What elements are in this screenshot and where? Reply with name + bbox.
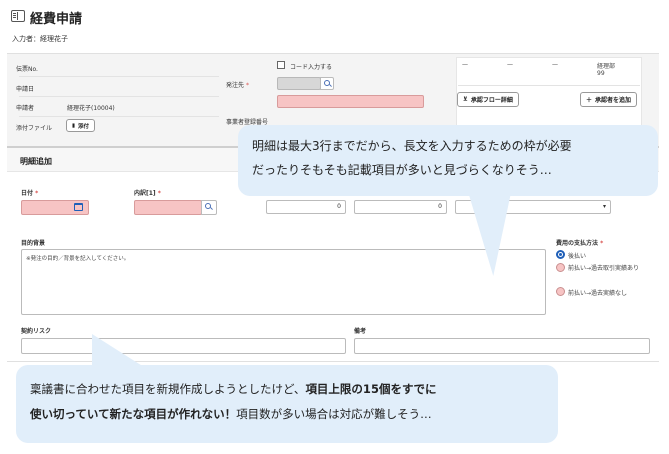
code-checkbox-label: コード入力する (290, 64, 333, 71)
bubble-text-line: だったりそもそも記載項目が多いと見づらくなりそう… (252, 163, 552, 177)
divider (458, 85, 640, 86)
payment-radio-prepay-history[interactable] (556, 263, 565, 272)
payment-option-label: 後払い (568, 253, 587, 260)
approver-col-3: — (552, 61, 558, 68)
divider (19, 76, 219, 77)
payment-method-label: 費用の支払方法 * (556, 240, 604, 247)
required-mark: * (600, 240, 604, 247)
risk-label: 契約リスク (21, 328, 52, 335)
flow-icon: ⊻ (463, 96, 468, 103)
divider (19, 96, 219, 97)
required-mark: * (35, 190, 39, 197)
code-checkbox[interactable] (277, 61, 285, 69)
applicant-value: 経理花子(10004) (67, 105, 115, 112)
bubble-text: 項目数が多い場合は対応が難しそう… (236, 407, 432, 421)
applicant-label: 申請者 (16, 105, 35, 112)
note-input[interactable] (354, 338, 650, 354)
required-mark: * (245, 82, 249, 89)
bubble-text-bold: 使い切っていて新たな項目が作れない！ (30, 407, 237, 421)
approver-col-1: — (462, 61, 468, 68)
approver-id: 99 (597, 70, 605, 77)
date-label: 日付 * (21, 190, 39, 197)
calendar-icon[interactable] (74, 203, 83, 211)
search-icon[interactable] (201, 200, 217, 215)
order-to-name-input[interactable] (277, 95, 424, 108)
plus-icon: ＋ (586, 97, 593, 104)
breakdown-label: 内訳[1] * (134, 190, 161, 197)
page-title: 経費申請 (30, 12, 83, 27)
chevron-down-icon: ▾ (602, 203, 606, 210)
risk-input[interactable] (21, 338, 346, 354)
approver-col-2: — (507, 61, 513, 68)
amount-input-2[interactable]: 0 (354, 200, 447, 214)
attach-button[interactable]: ▮ 添付 (66, 119, 96, 132)
payment-option-label: 前払い→過去実績なし (568, 290, 628, 297)
inputter-label: 入力者：経理花子 (12, 35, 68, 43)
detail-title: 明細追加 (20, 157, 52, 166)
slip-no-label: 伝票No. (16, 66, 38, 73)
approval-flow-detail-button[interactable]: ⊻ 承認フロー詳細 (457, 92, 519, 107)
payment-option-label: 前払い→過去取引実績あり (568, 265, 640, 272)
attach-button-label: 添付 (78, 123, 90, 130)
bubble-text: 稟議書に合わせた項目を新規作成しようとしたけど、 (30, 382, 306, 396)
approval-flow-label: 承認フロー詳細 (470, 97, 513, 104)
book-icon (11, 10, 25, 22)
payment-radio-deferred[interactable] (556, 250, 565, 259)
order-to-code-input[interactable] (277, 77, 321, 90)
required-mark: * (157, 190, 161, 197)
payment-radio-prepay-none[interactable] (556, 287, 565, 296)
divider (19, 116, 219, 117)
apply-date-label: 申請日 (16, 86, 35, 93)
attachment-label: 添付ファイル (16, 125, 53, 132)
add-approver-button[interactable]: ＋ 承認者を追加 (580, 92, 638, 107)
bubble-tail (92, 334, 144, 367)
paperclip-icon: ▮ (72, 122, 76, 129)
comment-bubble-bottom: 稟議書に合わせた項目を新規作成しようとしたけど、項目上限の15個をすでに 使い切… (16, 365, 558, 443)
purpose-label: 目的背景 (21, 240, 46, 247)
bubble-text-line: 明細は最大3行までだから、長文を入力するための枠が必要 (252, 139, 572, 153)
amount-input-1[interactable]: 0 (266, 200, 346, 214)
bubble-text-bold: 項目上限の15個をすでに (305, 382, 437, 396)
add-approver-label: 承認者を追加 (595, 97, 632, 104)
search-icon[interactable] (320, 77, 334, 90)
comment-bubble-top: 明細は最大3行までだから、長文を入力するための枠が必要 だったりそもそも記載項目… (238, 125, 658, 196)
approver-dept: 経理部 (597, 63, 616, 70)
breakdown-input[interactable] (134, 200, 202, 215)
note-label: 備考 (354, 328, 367, 335)
order-to-label: 発注先 * (226, 82, 249, 89)
